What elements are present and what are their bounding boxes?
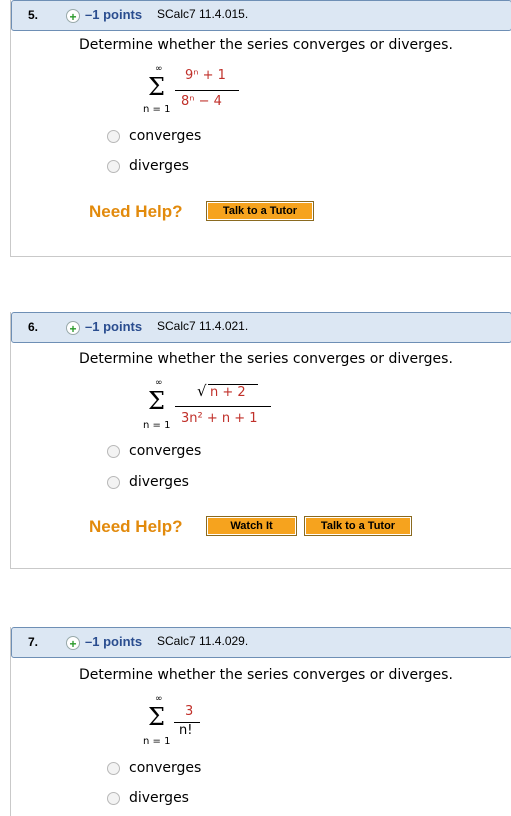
radio-diverges[interactable] [107, 476, 120, 489]
radio-converges[interactable] [107, 762, 120, 775]
talk-to-tutor-button[interactable]: Talk to a Tutor [304, 516, 412, 536]
points-label[interactable]: –1 points [85, 634, 142, 649]
option-label[interactable]: diverges [129, 474, 189, 490]
fraction-bar [175, 90, 239, 91]
question-source: SCalc7 11.4.029. [157, 634, 249, 648]
fraction-bar [175, 406, 271, 407]
radio-converges[interactable] [107, 445, 120, 458]
fraction-denominator: 8ⁿ − 4 [181, 94, 222, 109]
question-prompt: Determine whether the series converges o… [79, 667, 453, 683]
question-header: 5. + –1 points SCalc7 11.4.015. [11, 0, 511, 31]
question-header: 7. + –1 points SCalc7 11.4.029. [11, 627, 511, 658]
sum-lower-limit: n = 1 [143, 420, 171, 431]
question-prompt: Determine whether the series converges o… [79, 37, 453, 53]
sum-lower-limit: n = 1 [143, 104, 171, 115]
option-label[interactable]: diverges [129, 158, 189, 174]
question-header: 6. + –1 points SCalc7 11.4.021. [11, 312, 511, 343]
option-label[interactable]: converges [129, 443, 201, 459]
radio-converges[interactable] [107, 130, 120, 143]
sum-lower-limit: n = 1 [143, 736, 171, 747]
sqrt-icon: √ [197, 382, 207, 400]
fraction-numerator: n + 2 [210, 385, 246, 400]
question-number: 5. [28, 8, 39, 22]
radio-diverges[interactable] [107, 160, 120, 173]
sigma-icon: Σ [148, 703, 165, 731]
option-label[interactable]: converges [129, 128, 201, 144]
talk-to-tutor-button[interactable]: Talk to a Tutor [206, 201, 314, 221]
question-card: 7. + –1 points SCalc7 11.4.029. Determin… [10, 627, 511, 816]
radio-diverges[interactable] [107, 792, 120, 805]
question-source: SCalc7 11.4.021. [157, 319, 249, 333]
expand-plus-icon[interactable]: + [66, 636, 80, 651]
fraction-denominator: 3n² + n + 1 [181, 411, 258, 426]
fraction-numerator: 3 [185, 704, 194, 719]
option-label[interactable]: diverges [129, 790, 189, 806]
sigma-icon: Σ [148, 387, 165, 415]
need-help-label: Need Help? [89, 202, 183, 221]
question-source: SCalc7 11.4.015. [157, 7, 249, 21]
question-card: 5. + –1 points SCalc7 11.4.015. Determin… [10, 0, 511, 257]
points-label[interactable]: –1 points [85, 319, 142, 334]
question-prompt: Determine whether the series converges o… [79, 351, 453, 367]
option-label[interactable]: converges [129, 760, 201, 776]
question-number: 6. [28, 320, 39, 334]
expand-plus-icon[interactable]: + [66, 9, 80, 24]
points-label[interactable]: –1 points [85, 7, 142, 22]
fraction-numerator: 9ⁿ + 1 [185, 68, 226, 83]
watch-it-button[interactable]: Watch It [206, 516, 297, 536]
question-card: 6. + –1 points SCalc7 11.4.021. Determin… [10, 312, 511, 569]
sigma-icon: Σ [148, 73, 165, 101]
fraction-denominator: n! [179, 723, 193, 738]
expand-plus-icon[interactable]: + [66, 321, 80, 336]
need-help-label: Need Help? [89, 517, 183, 536]
question-number: 7. [28, 635, 39, 649]
